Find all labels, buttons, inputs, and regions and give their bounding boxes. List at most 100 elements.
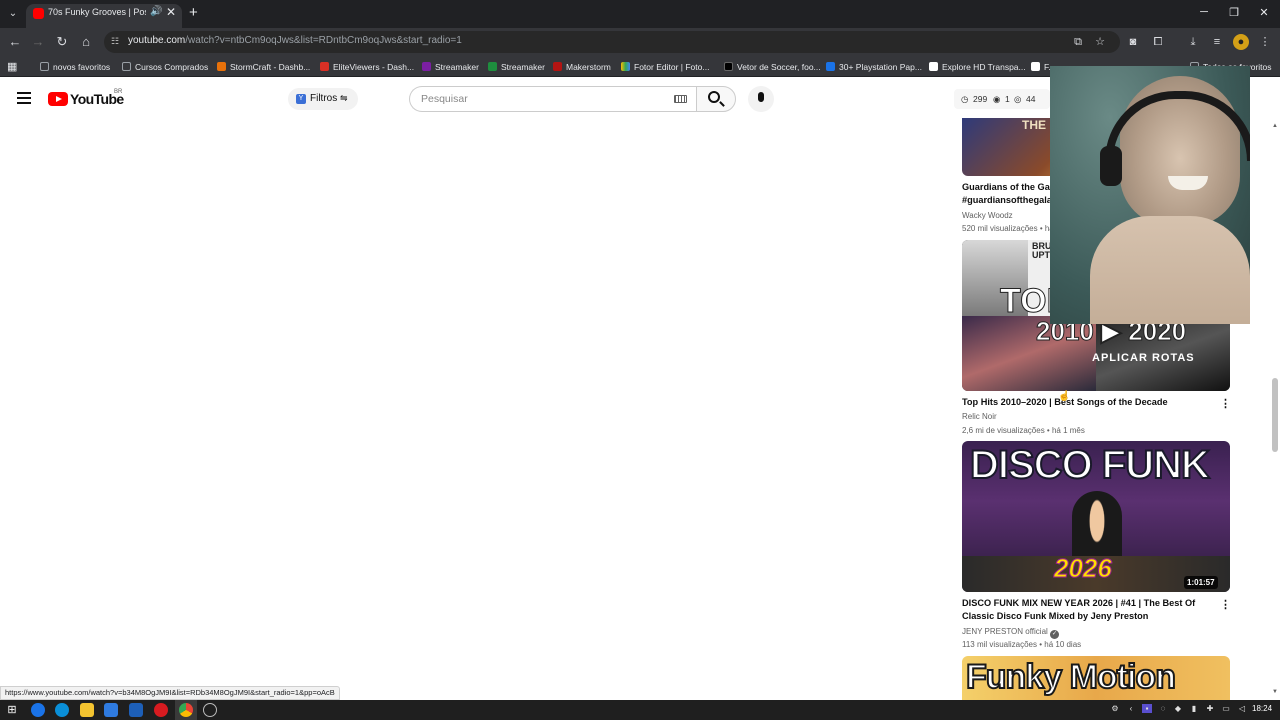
taskbar-clock[interactable]: 18:24 (1252, 704, 1272, 713)
youtube-favicon-icon (33, 8, 44, 19)
tab-title: 70s Funky Grooves | Positiv (48, 7, 146, 17)
folder-icon (122, 62, 131, 71)
thumb-text: Funky Motion (965, 657, 1177, 697)
bookmark-item[interactable]: Fotor Editor | Foto... (621, 60, 709, 74)
network-icon[interactable]: ▭ (1221, 704, 1231, 713)
back-icon[interactable]: ← (6, 33, 24, 51)
mouse-cursor-icon: ☝ (1058, 391, 1071, 402)
bookmark-item[interactable]: 30+ Playstation Pap... (826, 60, 922, 74)
clock-icon: ◷ (961, 94, 969, 104)
app-icon[interactable] (203, 703, 217, 717)
new-tab-icon[interactable]: + (189, 4, 198, 21)
bookmark-label: Streamaker (435, 62, 479, 72)
menu-icon[interactable] (17, 92, 31, 104)
bookmark-item[interactable]: novos favoritos (40, 60, 110, 74)
scroll-up-icon[interactable]: ▲ (1272, 123, 1278, 129)
home-icon[interactable]: ⌂ (77, 33, 95, 51)
bluetooth-icon[interactable]: ✚ (1205, 704, 1215, 713)
scroll-down-icon[interactable]: ▼ (1272, 689, 1278, 695)
restore-icon[interactable]: ❐ (1224, 6, 1244, 19)
bookmark-item[interactable]: Vetor de Soccer, foo... (724, 60, 821, 74)
apps-grid-icon[interactable]: ▦ (7, 60, 17, 74)
filters-label: Filtros (310, 93, 338, 104)
video-channel[interactable]: JENY PRESTON official ✓ (962, 627, 1060, 639)
site-info-icon[interactable]: ☷ (111, 36, 123, 48)
webcam-overlay (1050, 66, 1250, 324)
video-meta: 2,6 mi de visualizações • há 1 mês (962, 426, 1085, 435)
bookmark-item[interactable]: Cursos Comprados (122, 60, 208, 74)
country-code: BR (114, 89, 123, 95)
bookmark-label: Explore HD Transpa... (942, 62, 1026, 72)
thumb-text: DISCO FUNK (969, 442, 1211, 488)
more-actions-icon[interactable]: ⋮ (1220, 397, 1231, 411)
reload-icon[interactable]: ↻ (53, 33, 71, 51)
scrollbar-thumb[interactable] (1272, 378, 1278, 452)
extensions-puzzle-icon[interactable]: ⧠ (1150, 34, 1166, 50)
streamaker-icon (422, 62, 431, 71)
tab-search-icon[interactable]: ⌄ (5, 6, 21, 22)
file-explorer-icon[interactable] (80, 703, 94, 717)
minimize-icon[interactable]: ─ (1194, 6, 1214, 18)
video-channel[interactable]: Wacky Woodz (962, 211, 1013, 220)
extension-icon[interactable]: ◙ (1125, 34, 1141, 50)
profile-avatar[interactable]: ● (1233, 34, 1249, 50)
bookmark-item[interactable]: Streamaker (422, 60, 479, 74)
store-icon[interactable] (104, 703, 118, 717)
headphone-cup (1100, 146, 1122, 186)
microphone-tray-icon[interactable]: ▮ (1189, 704, 1199, 713)
bookmark-item[interactable]: Explore HD Transpa... (929, 60, 1026, 74)
app-icon[interactable] (129, 703, 143, 717)
keyboard-icon[interactable] (674, 95, 687, 103)
video-duration: 1:01:57 (1184, 576, 1218, 589)
edge-icon[interactable] (55, 703, 69, 717)
stat-clock-value: 299 (973, 94, 988, 104)
bookmark-item[interactable]: Streamaker (488, 60, 545, 74)
volume-icon[interactable]: ◁ (1237, 704, 1247, 713)
audio-playing-icon[interactable]: 🔊 (150, 6, 162, 17)
download-icon[interactable]: ⤓ (1185, 34, 1201, 50)
url-path: /watch?v=ntbCm9oqJws&list=RDntbCm9oqJws&… (185, 35, 462, 46)
video-title[interactable]: Top Hits 2010–2020 | Best Songs of the D… (962, 396, 1212, 409)
channel-name: JENY PRESTON official (962, 627, 1048, 636)
stat-eye-value: 1 (1005, 94, 1010, 104)
bookmark-label: Cursos Comprados (135, 62, 209, 72)
webcam-body (1090, 216, 1250, 324)
chrome-icon[interactable] (179, 703, 193, 717)
stat-views-value: 44 (1026, 94, 1036, 104)
install-app-icon[interactable]: ⧉ (1070, 34, 1086, 50)
bookmark-label: novos favoritos (53, 62, 111, 72)
video-title[interactable]: DISCO FUNK MIX NEW YEAR 2026 | #41 | The… (962, 597, 1212, 623)
video-channel[interactable]: Relic Noir (962, 412, 997, 421)
bookmark-item[interactable]: Makerstorm (553, 60, 611, 74)
eliteviewers-icon (320, 62, 329, 71)
tray-icon[interactable]: ◌ (1158, 704, 1168, 713)
window-close-icon[interactable]: ✕ (1254, 6, 1274, 19)
url-text[interactable]: youtube.com/watch?v=ntbCm9oqJws&list=RDn… (128, 35, 462, 46)
media-control-icon[interactable]: ≡ (1209, 34, 1225, 50)
tab-close-icon[interactable]: ✕ (166, 5, 176, 19)
bookmark-item[interactable]: EliteViewers - Dash... (320, 60, 414, 74)
vetor-icon (724, 62, 733, 71)
bookmark-label: StormCraft - Dashb... (230, 62, 311, 72)
tray-chevron-icon[interactable]: ‹ (1126, 704, 1136, 713)
bookmark-item[interactable]: StormCraft - Dashb... (217, 60, 310, 74)
video-thumbnail[interactable]: DISCO FUNK 2026 1:01:57 (962, 441, 1230, 592)
app-icon[interactable] (154, 703, 168, 717)
video-thumbnail[interactable]: Funky Motion (962, 656, 1230, 700)
views-icon: ◎ (1014, 94, 1022, 104)
forward-icon[interactable]: → (29, 33, 47, 51)
bookmark-star-icon[interactable]: ☆ (1092, 34, 1108, 50)
chrome-menu-icon[interactable]: ⋮ (1257, 34, 1273, 50)
windows-start-icon[interactable]: ⊞ (5, 703, 19, 717)
bookmark-label: Streamaker (501, 62, 545, 72)
bookmark-site-icon (1031, 62, 1040, 71)
tray-icon[interactable]: ⚙ (1110, 704, 1120, 713)
app-icon[interactable] (31, 703, 45, 717)
youtube-logo-icon[interactable] (48, 92, 68, 106)
more-actions-icon[interactable]: ⋮ (1220, 598, 1231, 612)
tray-icon[interactable]: ▪ (1142, 704, 1152, 713)
thumb-decoration: THE (1022, 118, 1046, 132)
search-icon (708, 91, 720, 103)
search-input[interactable]: Pesquisar (421, 93, 468, 105)
tray-icon[interactable]: ◆ (1173, 704, 1183, 713)
